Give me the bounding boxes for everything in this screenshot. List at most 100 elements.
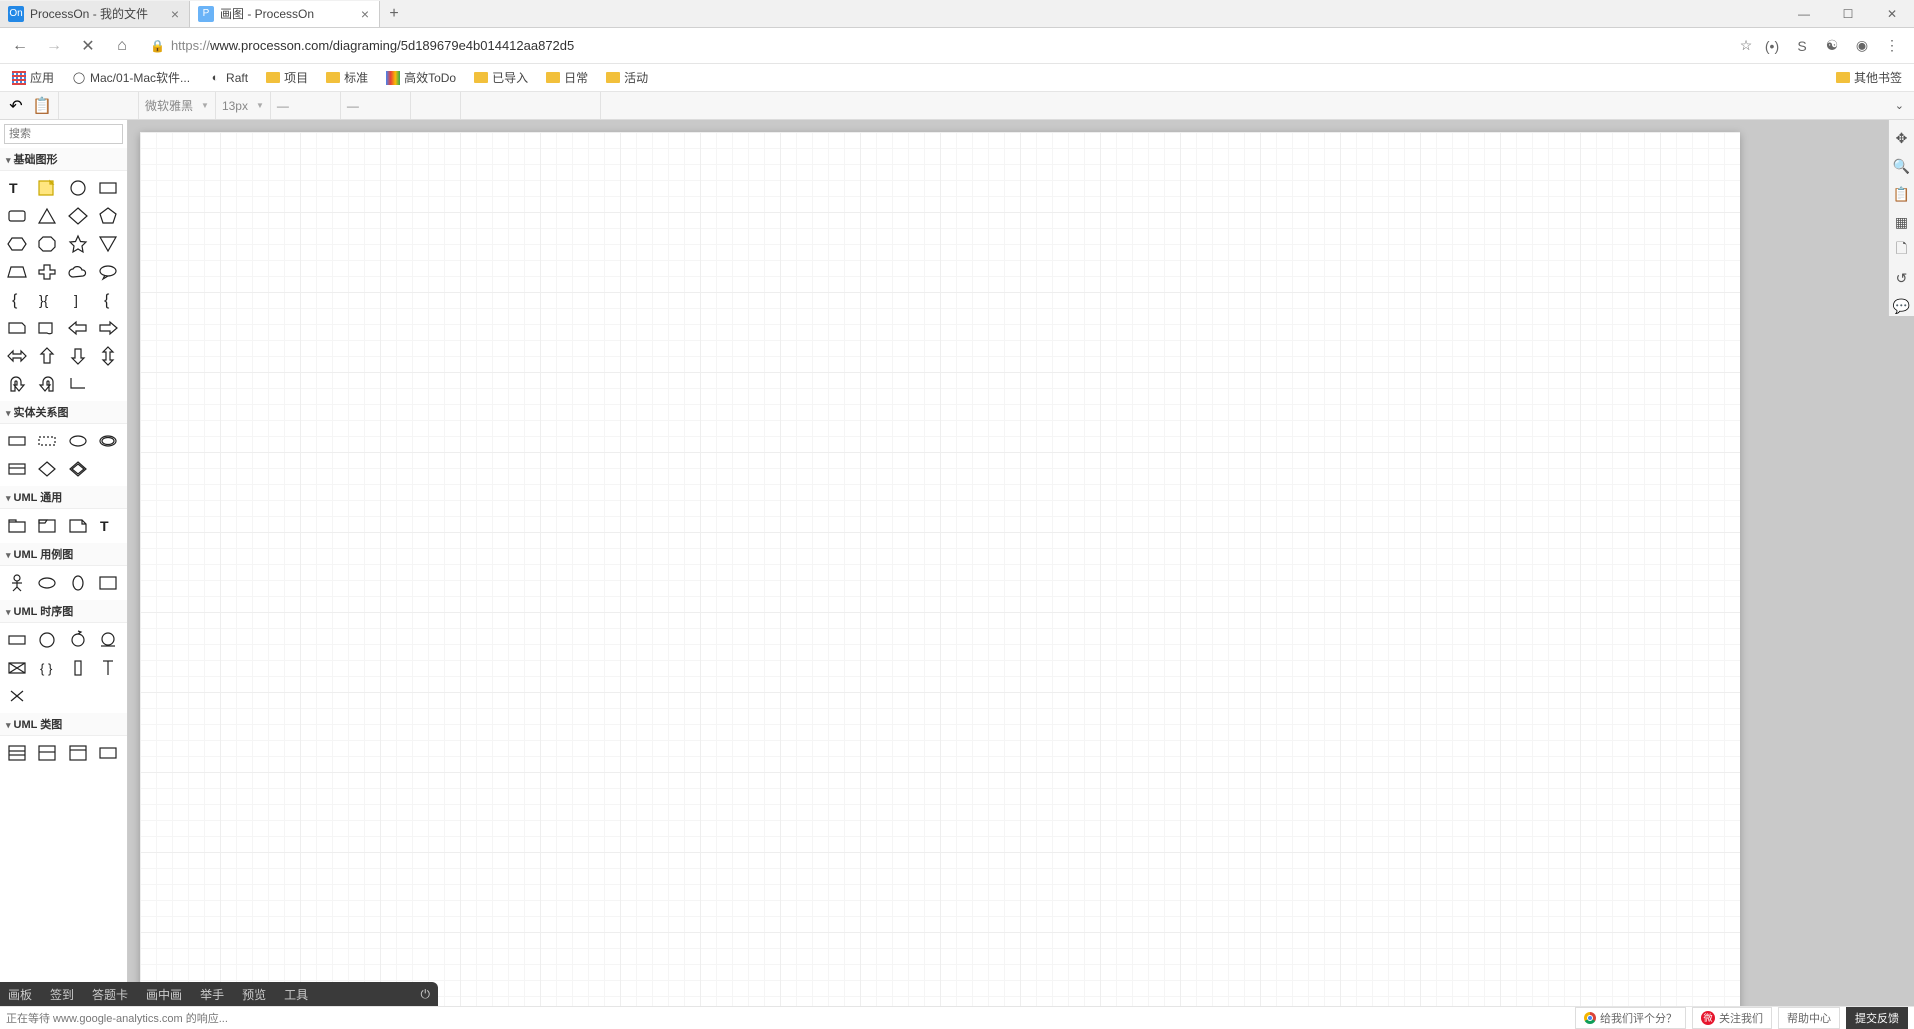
shape-package[interactable]	[4, 513, 30, 539]
category-basic[interactable]: 基础图形	[0, 148, 127, 171]
shape-triangle[interactable]	[34, 203, 60, 229]
browser-tab-2[interactable]: P 画图 - ProcessOn ×	[190, 1, 380, 27]
profile-icon[interactable]: ◉	[1852, 36, 1872, 56]
shape-note[interactable]	[34, 175, 60, 201]
bookmark-item[interactable]: 项目	[262, 67, 312, 88]
category-uml-usecase[interactable]: UML 用例图	[0, 543, 127, 566]
shape-constraint[interactable]	[95, 655, 121, 681]
bookmark-item[interactable]: ◯Mac/01-Mac软件...	[68, 67, 194, 88]
shape-cross[interactable]	[34, 259, 60, 285]
shape-entity-seq[interactable]	[95, 627, 121, 653]
clipboard-icon[interactable]: 📋	[1892, 184, 1912, 204]
shape-entity-titled[interactable]	[4, 456, 30, 482]
shape-frame[interactable]	[34, 513, 60, 539]
shape-bracket[interactable]: ]	[65, 287, 91, 313]
shape-lifeline-rect[interactable]	[4, 627, 30, 653]
shape-boundary[interactable]	[95, 570, 121, 596]
shape-destroy[interactable]	[4, 683, 30, 709]
zoom-icon[interactable]: 🔍	[1892, 156, 1912, 176]
shape-usecase[interactable]	[34, 570, 60, 596]
font-size-select[interactable]: 13px	[222, 99, 248, 113]
shape-octagon[interactable]	[34, 231, 60, 257]
shape-arrow-right[interactable]	[95, 315, 121, 341]
shape-brace-pair[interactable]: }{	[34, 287, 60, 313]
canvas-page[interactable]	[140, 132, 1740, 1006]
follow-us-button[interactable]: 微关注我们	[1692, 1007, 1772, 1029]
shape-uturn-left[interactable]	[4, 371, 30, 397]
history-icon[interactable]: ↺	[1892, 268, 1912, 288]
menu-icon[interactable]: ⋮	[1882, 36, 1902, 56]
close-window-button[interactable]: ✕	[1870, 0, 1914, 28]
shape-arrow-left[interactable]	[65, 315, 91, 341]
bookmark-star-icon[interactable]: ☆	[1736, 36, 1756, 56]
url-input[interactable]: 🔒 https:// www.processon.com/diagraming/…	[142, 32, 1730, 60]
bottombar-canvas[interactable]: 画板	[8, 986, 32, 1003]
shape-arrow-updown[interactable]	[95, 343, 121, 369]
stop-reload-button[interactable]: ✕	[74, 32, 102, 60]
category-er[interactable]: 实体关系图	[0, 401, 127, 424]
bottombar-checkin[interactable]: 签到	[50, 986, 74, 1003]
shape-arrow-up[interactable]	[34, 343, 60, 369]
shape-class[interactable]	[4, 740, 30, 766]
bottombar-preview[interactable]: 预览	[242, 986, 266, 1003]
shape-alt[interactable]	[4, 655, 30, 681]
shape-cloud[interactable]	[65, 259, 91, 285]
bottombar-pip[interactable]: 画中画	[146, 986, 182, 1003]
shape-arrow-leftright[interactable]	[4, 343, 30, 369]
bookmark-item[interactable]: 已导入	[470, 67, 532, 88]
back-button[interactable]: ←	[6, 32, 34, 60]
maximize-button[interactable]: ☐	[1826, 0, 1870, 28]
tab-close-icon[interactable]: ×	[359, 6, 371, 22]
canvas-viewport[interactable]	[128, 120, 1914, 1006]
shape-weak-entity[interactable]	[34, 428, 60, 454]
shape-relationship[interactable]	[34, 456, 60, 482]
shape-diamond[interactable]	[65, 203, 91, 229]
power-icon[interactable]: ⏻	[421, 987, 431, 1002]
shape-corner[interactable]	[65, 371, 91, 397]
shape-class-simple[interactable]	[34, 740, 60, 766]
bottombar-tools[interactable]: 工具	[284, 986, 308, 1003]
shape-note-uml[interactable]	[65, 513, 91, 539]
shape-circle[interactable]	[65, 175, 91, 201]
collapse-toolbar-icon[interactable]: ⌄	[1885, 99, 1914, 112]
shape-trapezoid[interactable]	[4, 259, 30, 285]
shape-card[interactable]	[4, 315, 30, 341]
shape-callout[interactable]	[95, 259, 121, 285]
metrics-icon[interactable]: ▦	[1892, 212, 1912, 232]
browser-tab-1[interactable]: On ProcessOn - 我的文件 ×	[0, 1, 190, 27]
bookmark-item[interactable]: 日常	[542, 67, 592, 88]
help-center-button[interactable]: 帮助中心	[1778, 1007, 1840, 1029]
shape-rounded-rect[interactable]	[4, 203, 30, 229]
paste-button[interactable]: 📋	[32, 96, 52, 116]
shape-entity[interactable]	[4, 428, 30, 454]
bookmark-item[interactable]: 活动	[602, 67, 652, 88]
shape-triangle-down[interactable]	[95, 231, 121, 257]
shape-hexagon[interactable]	[4, 231, 30, 257]
shape-pentagon[interactable]	[95, 203, 121, 229]
tab-close-icon[interactable]: ×	[169, 6, 181, 22]
shape-rectangle[interactable]	[95, 175, 121, 201]
shape-arrow-down[interactable]	[65, 343, 91, 369]
comment-icon[interactable]: 💬	[1892, 296, 1912, 316]
shape-control[interactable]	[65, 627, 91, 653]
bottombar-quiz[interactable]: 答题卡	[92, 986, 128, 1003]
forward-button[interactable]: →	[40, 32, 68, 60]
navigator-icon[interactable]: ✥	[1892, 128, 1912, 148]
bookmark-item[interactable]: ◐Raft	[204, 69, 252, 87]
shape-uturn-right[interactable]	[34, 371, 60, 397]
shape-lifeline-circle[interactable]	[34, 627, 60, 653]
minimize-button[interactable]: —	[1782, 0, 1826, 28]
shape-attribute[interactable]	[65, 428, 91, 454]
shape-text-uml[interactable]: T	[95, 513, 121, 539]
bottombar-raisehand[interactable]: 举手	[200, 986, 224, 1003]
shape-brace-right[interactable]: {	[95, 287, 121, 313]
font-family-select[interactable]: 微软雅黑	[145, 97, 193, 114]
category-uml-class[interactable]: UML 类图	[0, 713, 127, 736]
rate-us-button[interactable]: 给我们评个分？	[1575, 1007, 1686, 1029]
shape-star[interactable]	[65, 231, 91, 257]
new-tab-button[interactable]: +	[380, 5, 408, 23]
shape-class-single[interactable]	[95, 740, 121, 766]
page-icon[interactable]: 🗋	[1892, 240, 1912, 260]
shape-text[interactable]: T	[4, 175, 30, 201]
bookmark-item[interactable]: 标准	[322, 67, 372, 88]
